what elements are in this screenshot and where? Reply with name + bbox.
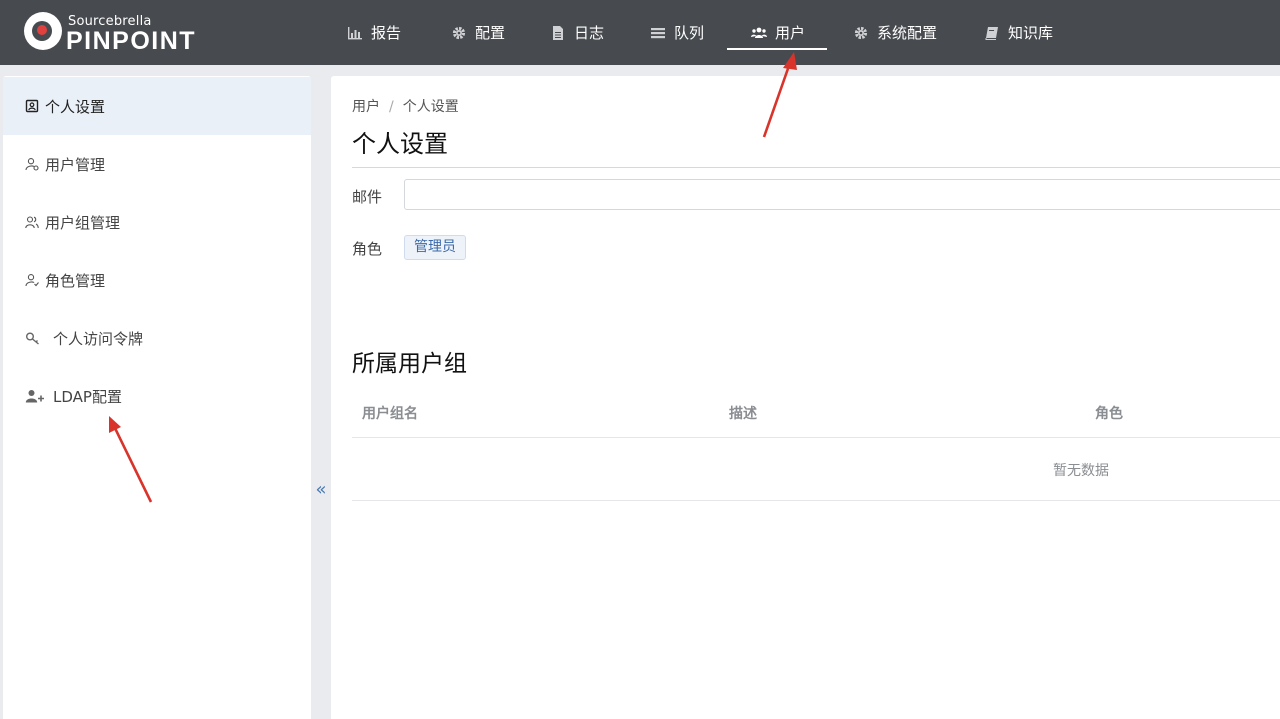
pinpoint-logo[interactable]: Sourcebrella PINPOINT <box>24 10 234 55</box>
nav-system-config[interactable]: 系统配置 <box>853 0 937 65</box>
gear-icon <box>452 26 466 39</box>
sidebar-item-label: 个人设置 <box>45 97 106 116</box>
bar-chart-icon <box>348 26 362 39</box>
nav-logs[interactable]: 日志 <box>550 0 604 65</box>
nav-knowledge-base-label: 知识库 <box>1008 24 1054 42</box>
role-badge: 管理员 <box>404 235 466 260</box>
brand-main-text: PINPOINT <box>66 27 197 55</box>
sidebar-item-ldap-config[interactable]: LDAP配置 <box>3 367 311 425</box>
nav-logs-label: 日志 <box>574 24 605 42</box>
file-icon <box>553 25 563 40</box>
sidebar: 个人设置 用户管理 用户组管理 角色管理 个人访问令牌 LDAP配置 <box>3 76 311 719</box>
id-card-icon <box>25 99 39 113</box>
sidebar-item-user-group-management[interactable]: 用户组管理 <box>3 193 311 251</box>
table-empty-text: 暂无数据 <box>1053 463 1109 479</box>
sidebar-item-role-management[interactable]: 角色管理 <box>3 251 311 309</box>
sidebar-item-personal-settings[interactable]: 个人设置 <box>3 77 311 135</box>
list-icon <box>651 27 665 38</box>
groups-section-title: 所属用户组 <box>352 351 467 377</box>
nav-system-config-label: 系统配置 <box>877 24 938 42</box>
nav-config-label: 配置 <box>475 24 506 42</box>
page-title: 个人设置 <box>352 130 448 158</box>
nav-users[interactable]: 用户 <box>726 0 828 65</box>
nav-queue-label: 队列 <box>674 24 705 42</box>
breadcrumb: 用户 / 个人设置 <box>352 96 459 116</box>
column-header-role[interactable]: 角色 <box>1095 403 1123 423</box>
sidebar-item-label: 个人访问令牌 <box>53 329 144 348</box>
nav-queue[interactable]: 队列 <box>650 0 704 65</box>
sidebar-item-label: 用户管理 <box>45 155 106 174</box>
user-plus-icon <box>25 390 44 403</box>
table-bottom-divider <box>352 500 1280 501</box>
column-header-group-name[interactable]: 用户组名 <box>362 403 418 423</box>
column-header-description[interactable]: 描述 <box>729 403 757 423</box>
nav-users-label: 用户 <box>775 24 806 42</box>
title-divider <box>352 167 1280 168</box>
breadcrumb-separator: / <box>389 99 394 115</box>
sidebar-item-access-tokens[interactable]: 个人访问令牌 <box>3 309 311 367</box>
sidebar-item-label: 用户组管理 <box>45 213 121 232</box>
breadcrumb-current: 个人设置 <box>402 99 459 115</box>
table-header-divider <box>352 437 1280 438</box>
email-label: 邮件 <box>352 188 383 206</box>
main-panel: 用户 / 个人设置 个人设置 邮件 角色 管理员 所属用户组 用户组名 描述 角色 … <box>331 76 1280 719</box>
collapse-sidebar-button[interactable]: « <box>312 476 330 502</box>
book-icon <box>985 26 998 40</box>
user-role-icon <box>25 274 39 287</box>
gear-icon <box>854 26 868 39</box>
top-navigation-bar: Sourcebrella PINPOINT 报告 配置 日志 队列 用户 系统配… <box>0 0 1280 65</box>
sidebar-item-label: LDAP配置 <box>53 387 122 406</box>
user-group-icon <box>25 216 39 229</box>
sidebar-item-label: 角色管理 <box>45 271 106 290</box>
sidebar-item-user-management[interactable]: 用户管理 <box>3 135 311 193</box>
role-label: 角色 <box>352 240 383 258</box>
nav-reports-label: 报告 <box>371 24 402 42</box>
breadcrumb-users[interactable]: 用户 <box>352 99 380 115</box>
nav-knowledge-base[interactable]: 知识库 <box>984 0 1053 65</box>
logo-dot <box>37 25 47 35</box>
user-gear-icon <box>25 158 39 171</box>
email-field[interactable] <box>404 179 1280 210</box>
users-icon <box>751 27 767 38</box>
nav-reports[interactable]: 报告 <box>347 0 401 65</box>
key-icon <box>26 332 39 345</box>
nav-config[interactable]: 配置 <box>451 0 505 65</box>
